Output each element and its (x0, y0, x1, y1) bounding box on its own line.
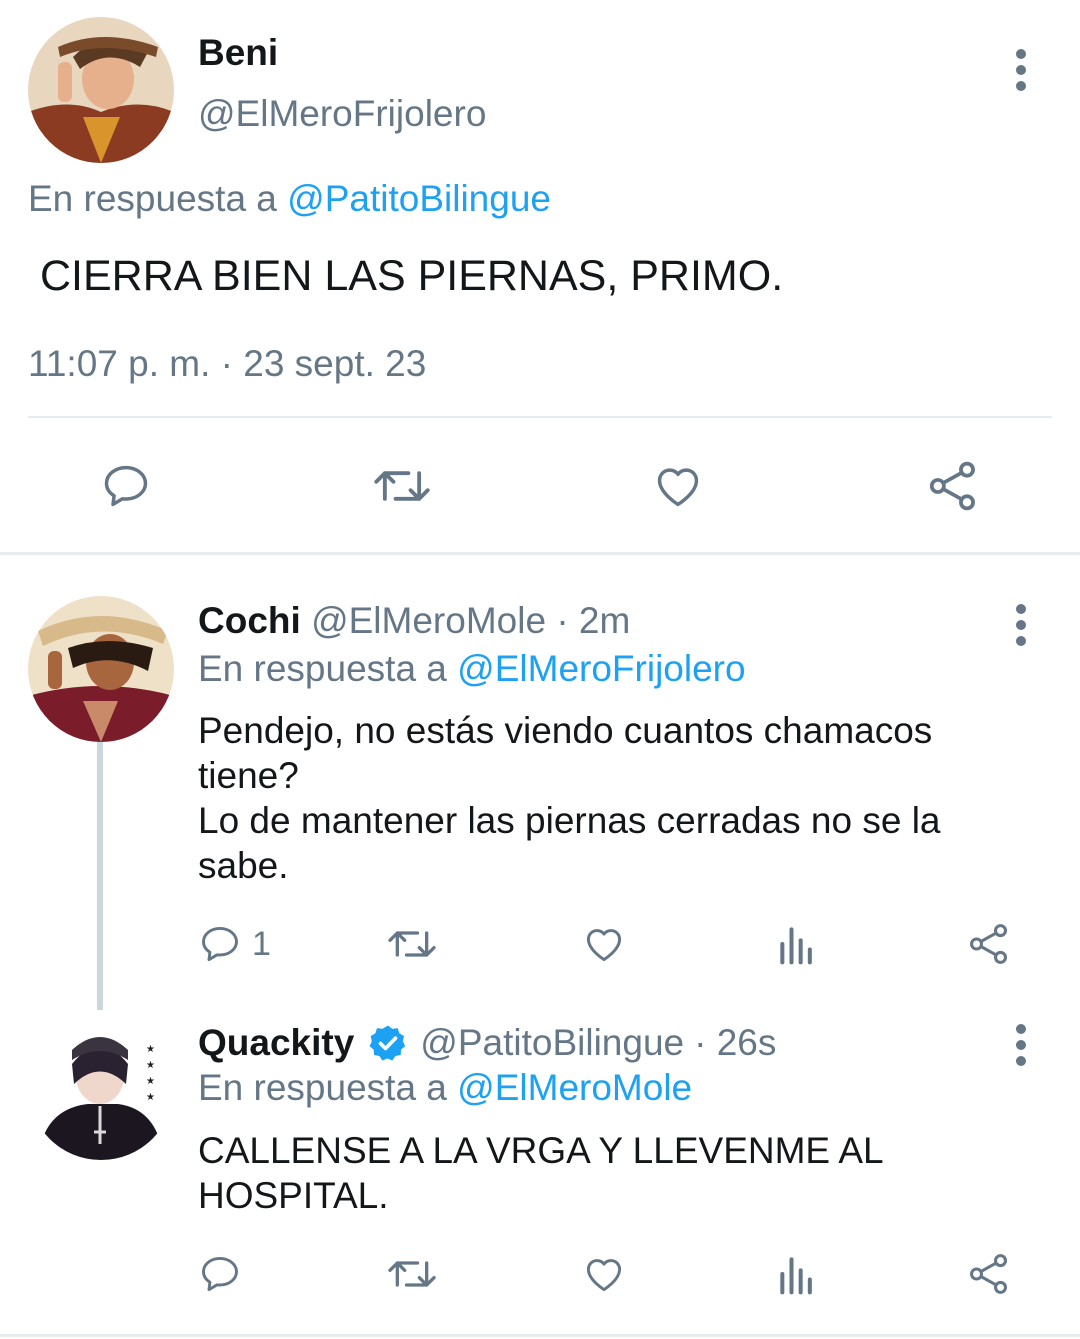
more-options-icon[interactable] (1015, 49, 1027, 97)
author-handle[interactable]: @ElMeroMole (311, 600, 546, 641)
reply-count: 1 (252, 924, 271, 963)
divider (28, 416, 1052, 418)
avatar-quackity[interactable]: ★ ★ ★ ★ (28, 1014, 174, 1160)
svg-text:★: ★ (146, 1092, 155, 1103)
like-button[interactable] (581, 922, 627, 966)
more-options-icon[interactable] (1015, 1024, 1027, 1072)
share-button[interactable] (966, 1250, 1012, 1298)
svg-text:★: ★ (146, 1060, 155, 1071)
author-name[interactable]: Beni (198, 32, 278, 74)
text-line: sabe. (198, 845, 289, 886)
share-icon (970, 924, 1008, 964)
more-options-icon[interactable] (1015, 604, 1027, 652)
share-icon (970, 1254, 1008, 1294)
text-line: HOSPITAL. (198, 1175, 389, 1216)
verified-icon (369, 1025, 406, 1061)
reply-icon (202, 1256, 238, 1292)
analytics-button[interactable] (777, 1252, 817, 1296)
reply-button[interactable] (100, 460, 152, 512)
analytics-icon (780, 927, 812, 965)
svg-text:★: ★ (146, 1044, 155, 1055)
tweet-timestamp[interactable]: 11:07 p. m. · 23 sept. 23 (28, 343, 426, 385)
reply-prefix: En respuesta a (198, 1067, 447, 1108)
reply-prefix: En respuesta a (28, 178, 277, 219)
reply-context: En respuesta a @ElMeroMole (198, 1067, 692, 1109)
reply-to-link[interactable]: @PatitoBilingue (287, 178, 551, 219)
reply-icon (202, 926, 238, 962)
reply-header: Quackity @PatitoBilingue · 26s (198, 1022, 776, 1064)
reply-to-link[interactable]: @ElMeroMole (457, 1067, 692, 1108)
relative-time: · 2m (556, 600, 631, 641)
author-handle[interactable]: @PatitoBilingue (420, 1022, 684, 1064)
text-line: Pendejo, no estás viendo cuantos chamaco… (198, 710, 933, 751)
retweet-icon (388, 1261, 436, 1287)
like-icon (657, 468, 699, 507)
like-button[interactable] (651, 460, 705, 512)
thread-line (97, 742, 103, 1010)
retweet-button[interactable] (372, 460, 432, 512)
author-name[interactable]: Cochi (198, 600, 301, 641)
author-name[interactable]: Quackity (198, 1022, 354, 1064)
tweet-text: Pendejo, no estás viendo cuantos chamaco… (198, 708, 941, 888)
retweet-button[interactable] (386, 922, 438, 966)
like-icon (586, 929, 622, 962)
relative-time: · 26s (694, 1022, 777, 1063)
avatar-cochi[interactable] (28, 596, 174, 742)
share-button[interactable] (925, 458, 981, 514)
reply-button[interactable] (198, 1252, 242, 1296)
reply-context: En respuesta a @ElMeroFrijolero (198, 648, 746, 690)
tweet-text: CIERRA BIEN LAS PIERNAS, PRIMO. (40, 252, 784, 300)
tweet-text: CALLENSE A LA VRGA Y LLEVENME AL HOSPITA… (198, 1128, 884, 1218)
share-button[interactable] (966, 920, 1012, 968)
like-button[interactable] (581, 1252, 627, 1296)
analytics-button[interactable] (777, 922, 817, 966)
retweet-icon (374, 471, 430, 501)
like-icon (586, 1259, 622, 1292)
svg-text:★: ★ (146, 1076, 155, 1087)
analytics-icon (780, 1257, 812, 1295)
text-line: Lo de mantener las piernas cerradas no s… (198, 800, 941, 841)
retweet-icon (388, 931, 436, 957)
section-divider (0, 1334, 1080, 1337)
reply-icon (104, 465, 148, 507)
reply-button[interactable]: 1 (198, 922, 271, 966)
reply-header: Cochi @ElMeroMole · 2m (198, 600, 630, 642)
reply-prefix: En respuesta a (198, 648, 447, 689)
text-line: tiene? (198, 755, 299, 796)
reply-to-link[interactable]: @ElMeroFrijolero (457, 648, 745, 689)
reply-context: En respuesta a @PatitoBilingue (28, 178, 551, 220)
author-handle[interactable]: @ElMeroFrijolero (198, 93, 486, 135)
text-line: CALLENSE A LA VRGA Y LLEVENME AL (198, 1130, 884, 1171)
retweet-button[interactable] (386, 1252, 438, 1296)
section-divider (0, 552, 1080, 555)
avatar-beni[interactable] (28, 17, 174, 163)
share-icon (929, 461, 975, 511)
